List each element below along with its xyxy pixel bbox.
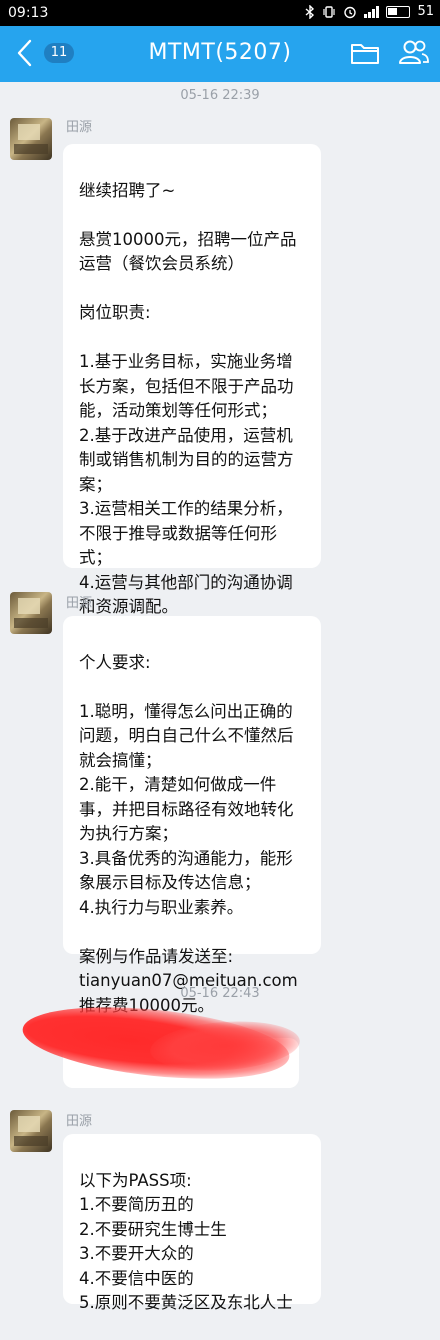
vibrate-icon — [323, 5, 336, 18]
message-text: 个人要求: 1.聪明，懂得怎么问出正确的问题，明白自己什么不懂然后就会搞懂； 2… — [79, 652, 298, 1015]
message-text: 继续招聘了~ 悬赏10000元，招聘一位产品运营（餐饮会员系统） 岗位职责: 1… — [79, 180, 297, 617]
message-text: 以下为PASS项: 1.不要简历丑的 2.不要研究生博士生 3.不要开大众的 4… — [79, 1170, 293, 1313]
status-bar: 09:13 51 — [0, 0, 440, 26]
timestamp-divider: 05-16 22:43 — [180, 986, 260, 1001]
message-bubble[interactable]: 继续招聘了~ 悬赏10000元，招聘一位产品运营（餐饮会员系统） 岗位职责: 1… — [63, 144, 321, 616]
sender-name: 田源 — [66, 1114, 93, 1129]
clock: 09:13 — [8, 5, 49, 21]
message-bubble[interactable]: 个人要求: 1.聪明，懂得怎么问出正确的问题，明白自己什么不懂然后就会搞懂； 2… — [63, 616, 321, 1015]
message-bubble[interactable]: 以下为PASS项: 1.不要简历丑的 2.不要研究生博士生 3.不要开大众的 4… — [63, 1134, 321, 1312]
alarm-icon — [344, 6, 357, 18]
avatar[interactable] — [10, 592, 52, 634]
battery-icon — [386, 5, 411, 18]
timestamp-divider: 05-16 22:39 — [180, 88, 260, 103]
sender-name: 田源 — [66, 596, 93, 611]
bluetooth-icon — [305, 4, 315, 19]
signal-icon — [364, 5, 380, 18]
chat-header: 11 MTMT(5207) — [0, 26, 440, 82]
avatar[interactable] — [10, 118, 52, 160]
battery-level: 51 — [417, 4, 434, 19]
folder-icon[interactable] — [350, 40, 380, 66]
status-icons: 51 — [305, 4, 434, 19]
sender-name: 田源 — [66, 120, 93, 135]
people-icon[interactable] — [398, 38, 430, 68]
avatar[interactable] — [10, 1110, 52, 1152]
